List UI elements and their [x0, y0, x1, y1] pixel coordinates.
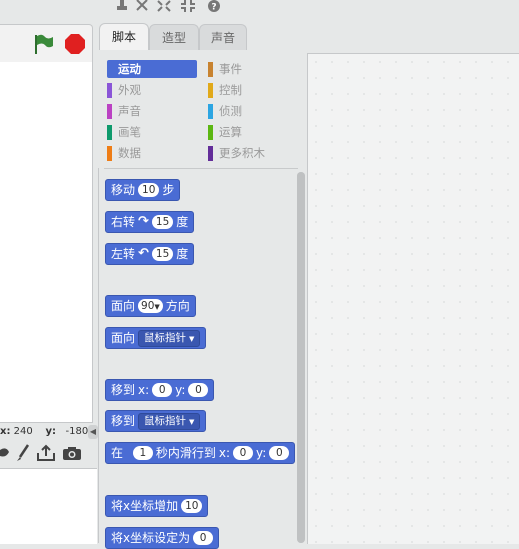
y-label: y:	[256, 446, 267, 460]
cut-icon[interactable]	[134, 0, 150, 12]
help-icon[interactable]: ?	[206, 0, 222, 13]
chevron-down-icon: ▼	[154, 303, 160, 311]
glide-block[interactable]: 在 1 秒内滑行到 x: 0 y: 0	[105, 442, 296, 464]
category-control[interactable]: 控制	[208, 81, 298, 99]
category-motion[interactable]: 运动	[107, 60, 197, 78]
paint-brush-icon[interactable]	[16, 444, 30, 466]
category-label: 更多积木	[219, 146, 265, 160]
dropdown-value: 鼠标指针	[144, 414, 187, 427]
chevron-down-icon: ▼	[189, 417, 195, 426]
x-input[interactable]: 0	[152, 383, 173, 397]
tab-sounds[interactable]: 声音	[199, 24, 247, 51]
block-label: 度	[176, 247, 189, 261]
category-sensing[interactable]: 侦测	[208, 102, 298, 120]
direction-value: 90	[141, 300, 155, 312]
block-label: 右转	[111, 215, 136, 229]
degrees-input[interactable]: 15	[151, 247, 174, 261]
go-to-xy-block[interactable]: 移到 x: 0 y: 0	[105, 379, 215, 401]
turn-right-block[interactable]: 右转 ↷ 15 度	[105, 211, 195, 233]
change-x-input[interactable]: 10	[181, 499, 203, 513]
svg-text:?: ?	[211, 3, 216, 13]
block-label: 左转	[111, 247, 136, 261]
category-label: 声音	[118, 104, 141, 118]
block-label: 度	[176, 215, 189, 229]
seconds-input[interactable]: 1	[132, 446, 153, 460]
divider	[104, 168, 298, 169]
category-label: 画笔	[118, 125, 141, 139]
direction-dropdown[interactable]: 90▼	[138, 299, 163, 313]
y-value: -180	[65, 426, 89, 437]
mouse-coordinates: x: 240 y: -180	[0, 426, 88, 437]
point-towards-block[interactable]: 面向 鼠标指针 ▼	[105, 327, 207, 349]
top-toolbar: ?	[0, 0, 519, 20]
block-label: 面向	[111, 299, 136, 313]
target-dropdown[interactable]: 鼠标指针 ▼	[138, 412, 201, 430]
category-looks[interactable]: 外观	[107, 81, 197, 99]
category-more-blocks[interactable]: 更多积木	[208, 144, 298, 162]
category-selector: 运动 外观 声音 画笔 数据 事件 控制 侦测 运算 更多积木	[98, 50, 306, 168]
category-label: 数据	[118, 146, 141, 160]
block-label: 在	[111, 446, 124, 460]
category-label: 运动	[118, 62, 141, 76]
rotate-counterclockwise-icon: ↶	[138, 246, 149, 261]
y-label: y:	[175, 383, 186, 397]
set-x-block[interactable]: 将x坐标设定为 0	[105, 527, 220, 549]
camera-icon[interactable]	[62, 446, 82, 465]
x-label: x:	[138, 383, 150, 397]
stage[interactable]	[0, 62, 93, 423]
change-x-block[interactable]: 将x坐标增加 10	[105, 495, 209, 517]
grow-icon[interactable]	[156, 0, 172, 12]
block-label: 秒内滑行到	[155, 446, 216, 460]
block-label: 面向	[111, 331, 136, 345]
degrees-input[interactable]: 15	[151, 215, 174, 229]
x-value: 240	[13, 426, 33, 437]
move-steps-block[interactable]: 移动 10 步	[105, 179, 181, 201]
category-label: 事件	[219, 62, 242, 76]
y-input[interactable]: 0	[269, 446, 290, 460]
tab-costumes[interactable]: 造型	[149, 24, 199, 51]
category-label: 外观	[118, 83, 141, 97]
duplicate-icon[interactable]	[114, 0, 130, 12]
tab-scripts[interactable]: 脚本	[99, 23, 149, 52]
category-sound[interactable]: 声音	[107, 102, 197, 120]
category-events[interactable]: 事件	[208, 60, 298, 78]
block-label: 移到	[111, 383, 136, 397]
upload-sprite-icon[interactable]	[36, 444, 56, 466]
x-label: x:	[218, 446, 231, 460]
stage-header	[0, 24, 93, 64]
scripts-area[interactable]	[307, 53, 519, 544]
category-label: 控制	[219, 83, 242, 97]
point-in-direction-block[interactable]: 面向 90▼ 方向	[105, 295, 196, 317]
block-label: 方向	[165, 299, 190, 313]
block-label: 将x坐标增加	[111, 499, 179, 513]
rotate-clockwise-icon: ↷	[138, 214, 149, 229]
dropdown-value: 鼠标指针	[144, 331, 187, 344]
shrink-icon[interactable]	[180, 0, 196, 12]
steps-input[interactable]: 10	[138, 183, 160, 197]
sprite-list[interactable]	[0, 468, 97, 544]
category-label: 运算	[219, 125, 242, 139]
go-to-block[interactable]: 移到 鼠标指针 ▼	[105, 410, 207, 432]
chevron-down-icon: ▼	[189, 334, 195, 343]
palette-scrollbar-thumb[interactable]	[297, 172, 305, 543]
turn-left-block[interactable]: 左转 ↶ 15 度	[105, 243, 195, 265]
block-label: 移动	[111, 183, 136, 197]
y-input[interactable]: 0	[188, 383, 209, 397]
block-label: 将x坐标设定为	[111, 531, 191, 545]
green-flag-icon[interactable]	[32, 33, 54, 59]
x-label: x:	[0, 426, 11, 437]
category-pen[interactable]: 画笔	[107, 123, 197, 141]
collapse-stage-button[interactable]: ◀	[88, 425, 98, 439]
block-label: 移到	[111, 414, 136, 428]
category-data[interactable]: 数据	[107, 144, 197, 162]
choose-sprite-icon[interactable]	[0, 446, 10, 466]
category-label: 侦测	[219, 104, 242, 118]
x-input[interactable]: 0	[233, 446, 254, 460]
category-operators[interactable]: 运算	[208, 123, 298, 141]
y-label: y:	[45, 426, 56, 437]
stop-icon[interactable]	[64, 33, 86, 59]
target-dropdown[interactable]: 鼠标指针 ▼	[138, 329, 201, 347]
block-label: 步	[162, 183, 175, 197]
